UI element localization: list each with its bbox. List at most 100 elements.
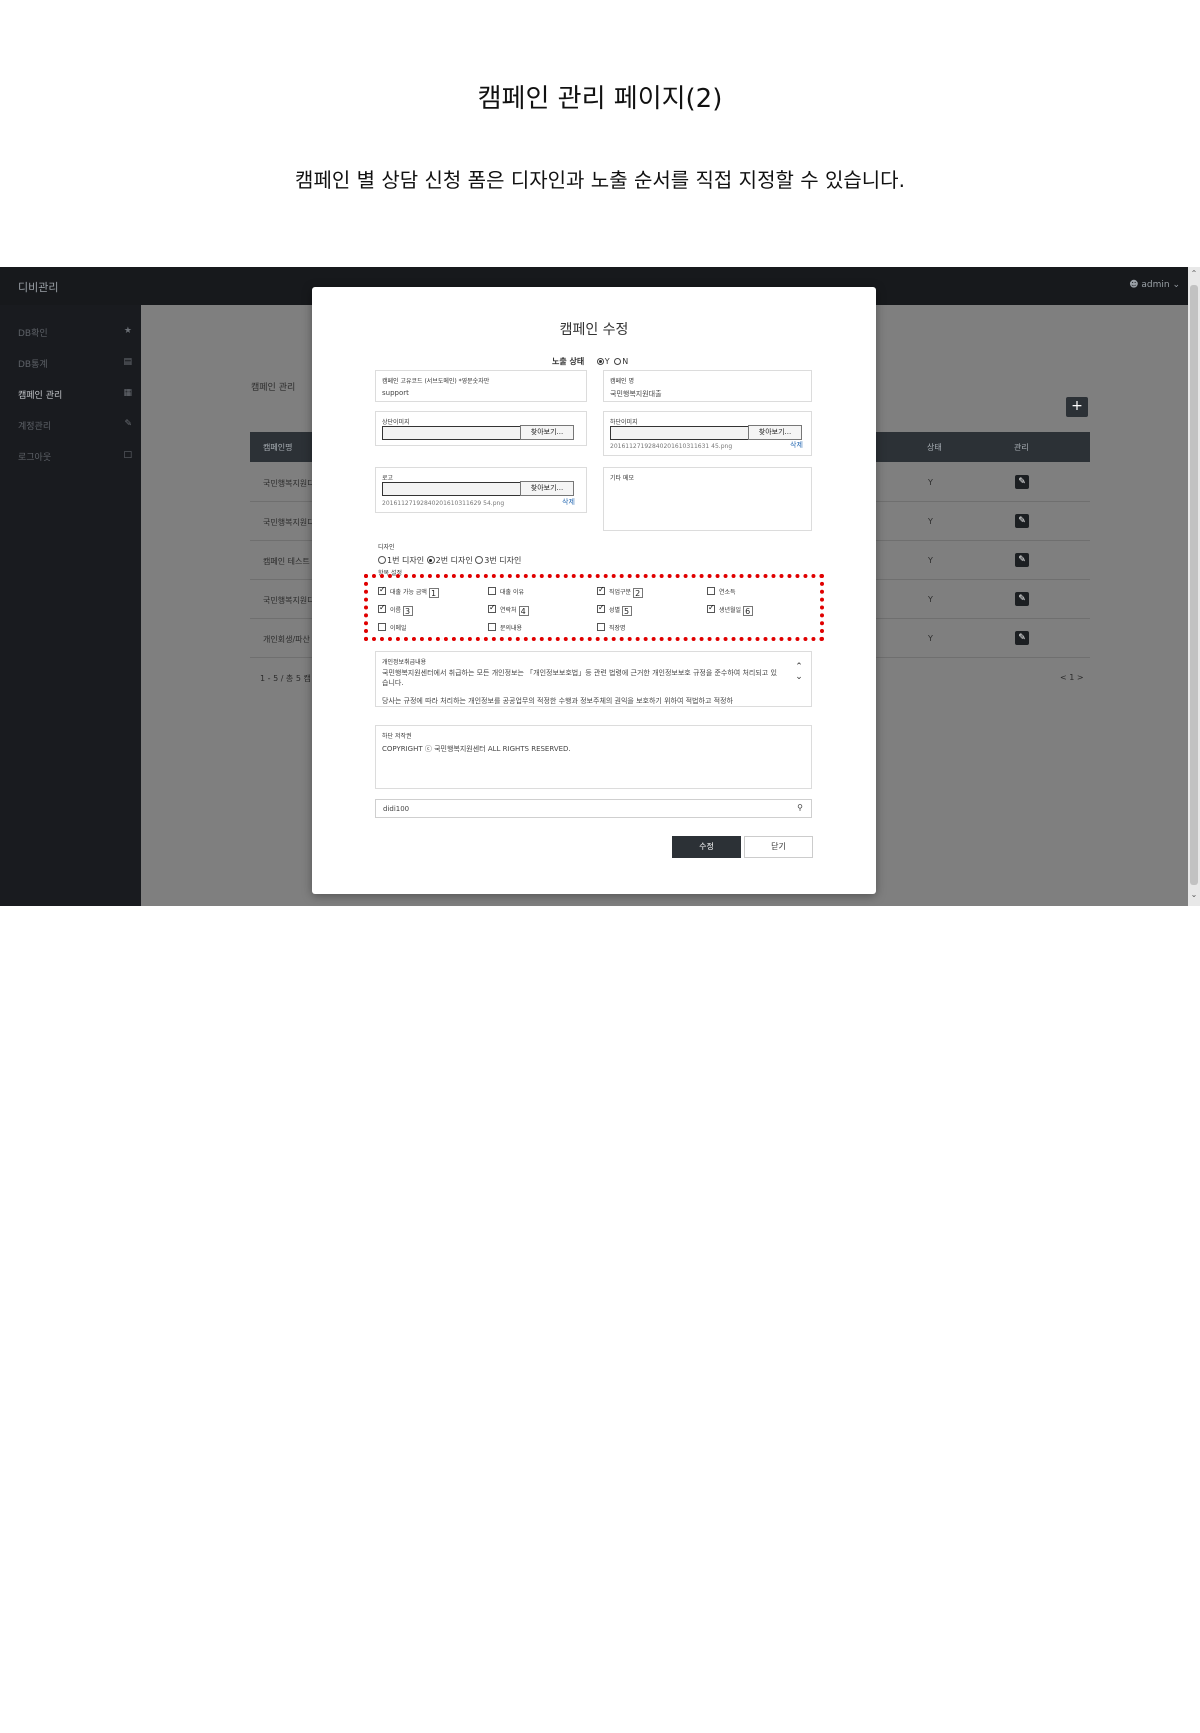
campaign-name-field[interactable]: 캠페인 명 국민행복지원대출: [603, 370, 812, 402]
order-input[interactable]: 2: [633, 588, 644, 598]
bottom-image-browse-button[interactable]: 찾아보기...: [748, 425, 802, 440]
checkbox[interactable]: [707, 603, 715, 613]
logo-field: 로고 찾아보기... 20161127192840201610311629 54…: [375, 467, 587, 513]
logo-browse-button[interactable]: 찾아보기...: [520, 481, 574, 496]
close-button[interactable]: 닫기: [744, 836, 813, 858]
sidebar-item-label: 캠페인 관리: [18, 391, 63, 401]
sidebar-item-db-check[interactable]: DB확인 ★: [18, 326, 136, 346]
field-label: 대출 이유: [500, 589, 524, 596]
search-icon[interactable]: ⚲: [797, 803, 803, 812]
design-option-label: 3번 디자인: [484, 556, 522, 565]
chevron-down-icon: ⌄: [1172, 280, 1180, 290]
checkbox[interactable]: [597, 585, 605, 595]
app-brand[interactable]: 디비관리: [18, 279, 58, 295]
user-name: admin: [1141, 280, 1170, 290]
field-label: 연소득: [719, 589, 736, 596]
field-birthdate[interactable]: 생년월일6: [707, 603, 754, 616]
exposure-yes-label: Y: [604, 357, 610, 366]
sidebar-item-logout[interactable]: 로그아웃 □: [18, 450, 136, 470]
field-inquiry[interactable]: 문의내용: [488, 623, 522, 633]
row-status: Y: [928, 478, 933, 487]
logo-delete-link[interactable]: 삭제: [562, 497, 575, 507]
sidebar-item-db-stats[interactable]: DB통계 ▤: [18, 357, 136, 377]
field-name[interactable]: 이름3: [378, 603, 414, 616]
textarea-scroll-icon[interactable]: ⌃ ⌄: [793, 662, 805, 702]
field-loan-amount[interactable]: 대출 가능 금액1: [378, 585, 439, 598]
top-image-browse-button[interactable]: 찾아보기...: [520, 425, 574, 440]
exposure-status: 노출 상태 Y N: [552, 356, 628, 367]
field-label: 직장명: [609, 625, 626, 632]
save-button[interactable]: 수정: [672, 836, 741, 858]
page-scrollbar[interactable]: ⌃ ⌄: [1188, 267, 1200, 906]
memo-field[interactable]: 기타 메모: [603, 467, 812, 531]
campaign-code-value: support: [382, 389, 409, 397]
field-phone[interactable]: 연락처4: [488, 603, 529, 616]
bottom-image-delete-link[interactable]: 삭제: [790, 440, 803, 450]
row-status: Y: [928, 556, 933, 565]
field-gender[interactable]: 성별5: [597, 603, 633, 616]
logo-file-input[interactable]: [382, 482, 520, 496]
copyright-label: 하단 저작권: [382, 733, 412, 740]
top-image-file-input[interactable]: [382, 426, 520, 440]
order-input[interactable]: 5: [622, 606, 633, 616]
bottom-image-field: 하단이미지 찾아보기... 20161127192840201610311631…: [603, 411, 812, 456]
field-company[interactable]: 직장명: [597, 623, 626, 633]
search-input[interactable]: didi100 ⚲: [375, 799, 812, 818]
paging-info: 1 - 5 / 총 5 캠: [260, 674, 311, 683]
edit-icon[interactable]: ✎: [1015, 475, 1029, 489]
edit-icon[interactable]: ✎: [1015, 553, 1029, 567]
privacy-textarea[interactable]: 개인정보취급내용 국민행복지원센터에서 취급하는 모든 개인정보는 「개인정보보…: [375, 651, 812, 707]
scroll-down-icon[interactable]: ⌄: [1188, 890, 1200, 904]
exposure-yes-radio[interactable]: [596, 358, 604, 365]
design-2-radio[interactable]: [426, 556, 435, 564]
design-1-radio[interactable]: [378, 556, 386, 564]
order-input[interactable]: 1: [428, 588, 439, 598]
field-job-type[interactable]: 직업구분2: [597, 585, 644, 598]
user-icon: ☻: [1129, 280, 1139, 290]
campaign-code-field[interactable]: 캠페인 고유코드 (서브도메인) *영문숫자만 support: [375, 370, 587, 402]
col-campaign-name: 캠페인명: [263, 443, 293, 452]
pager[interactable]: < 1 >: [1060, 673, 1084, 682]
scroll-up-icon[interactable]: ⌃: [1188, 269, 1200, 283]
field-label: 연락처: [500, 607, 517, 614]
sidebar-item-label: 계정관리: [18, 422, 52, 432]
order-input[interactable]: 4: [518, 606, 529, 616]
field-label: 대출 가능 금액: [390, 589, 427, 596]
checkbox[interactable]: [378, 603, 386, 613]
copyright-textarea[interactable]: 하단 저작권 COPYRIGHT ⓒ 국민행복지원센터 ALL RIGHTS R…: [375, 725, 812, 789]
sidebar-item-campaign[interactable]: 캠페인 관리 ▦: [18, 388, 136, 408]
checkbox[interactable]: [378, 623, 386, 631]
dashboard-icon: ★: [123, 326, 132, 336]
field-annual-income[interactable]: 연소득: [707, 587, 736, 597]
user-menu[interactable]: ☻ admin ⌄: [1129, 280, 1180, 290]
exposure-no-radio[interactable]: [614, 358, 622, 365]
row-campaign-name: 국민행복지원디: [263, 479, 315, 488]
field-email[interactable]: 이메일: [378, 623, 407, 633]
field-label: 성별: [609, 607, 621, 614]
edit-icon[interactable]: ✎: [1015, 592, 1029, 606]
col-manage: 관리: [1014, 443, 1029, 452]
checkbox[interactable]: [597, 623, 605, 631]
sidebar-item-account[interactable]: 계정관리 ✎: [18, 419, 136, 439]
bar-chart-icon: ▤: [123, 357, 132, 367]
bottom-image-file-input[interactable]: [610, 426, 748, 440]
order-input[interactable]: 3: [403, 606, 414, 616]
bottom-image-label: 하단이미지: [610, 419, 638, 426]
sidebar-item-label: DB확인: [18, 329, 48, 339]
field-label: 문의내용: [500, 625, 523, 632]
edit-icon[interactable]: ✎: [1015, 514, 1029, 528]
checkbox[interactable]: [597, 603, 605, 613]
edit-icon: ✎: [124, 419, 132, 429]
checkbox[interactable]: [378, 585, 386, 595]
checkbox[interactable]: [488, 623, 496, 631]
design-3-radio[interactable]: [475, 556, 484, 564]
checkbox[interactable]: [707, 587, 715, 595]
checkbox[interactable]: [488, 603, 496, 613]
scroll-thumb[interactable]: [1190, 285, 1198, 885]
field-loan-reason[interactable]: 대출 이유: [488, 587, 524, 597]
design-options: 1번 디자인 2번 디자인 3번 디자인: [378, 555, 521, 566]
order-input[interactable]: 6: [743, 606, 754, 616]
checkbox[interactable]: [488, 587, 496, 595]
edit-icon[interactable]: ✎: [1015, 631, 1029, 645]
add-campaign-button[interactable]: +: [1066, 397, 1088, 417]
